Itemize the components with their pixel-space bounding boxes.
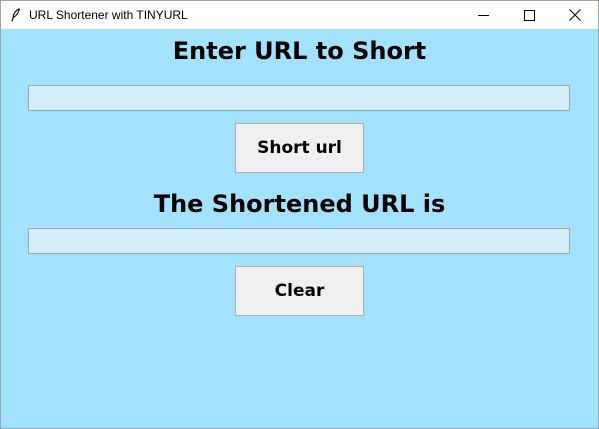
close-button[interactable] bbox=[552, 1, 598, 29]
maximize-icon bbox=[523, 9, 535, 21]
url-input[interactable] bbox=[28, 85, 570, 111]
shortened-url-heading: The Shortened URL is bbox=[153, 190, 446, 218]
enter-url-heading: Enter URL to Short bbox=[172, 37, 427, 65]
clear-button[interactable]: Clear bbox=[235, 266, 364, 316]
title-bar[interactable]: URL Shortener with TINYURL bbox=[1, 1, 598, 29]
minimize-icon bbox=[477, 14, 489, 16]
close-icon bbox=[569, 9, 581, 21]
app-window: URL Shortener with TINYURL Enter URL to … bbox=[0, 0, 599, 429]
short-url-button[interactable]: Short url bbox=[235, 123, 364, 173]
feather-icon bbox=[9, 8, 23, 22]
shortened-url-field[interactable] bbox=[28, 228, 570, 254]
window-title: URL Shortener with TINYURL bbox=[29, 8, 188, 22]
minimize-button[interactable] bbox=[460, 1, 506, 29]
window-controls bbox=[460, 1, 598, 29]
maximize-button[interactable] bbox=[506, 1, 552, 29]
